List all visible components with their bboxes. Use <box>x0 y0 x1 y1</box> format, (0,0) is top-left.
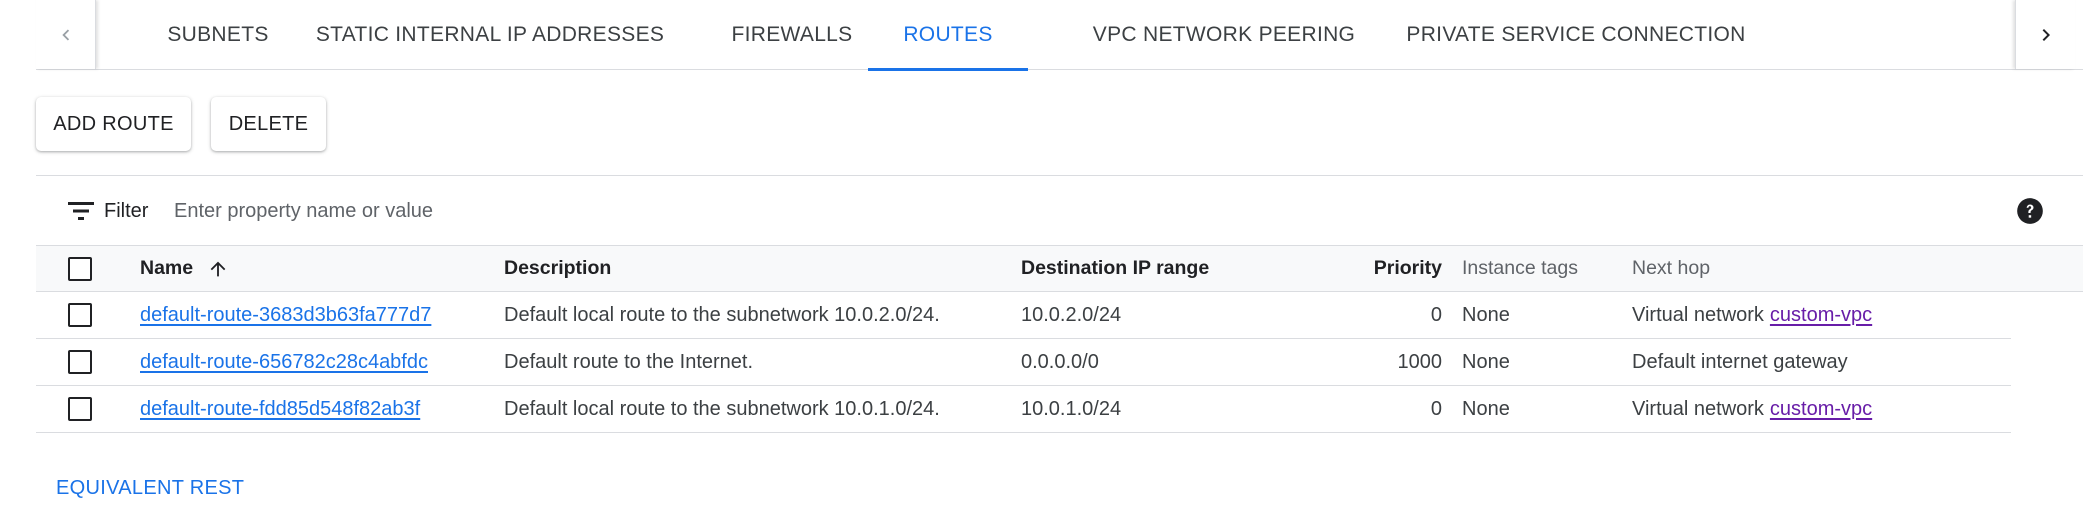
table-row: default-route-fdd85d548f82ab3f Default l… <box>36 386 2011 433</box>
route-description: Default local route to the subnetwork 10… <box>504 303 940 326</box>
tab-private-service-connection[interactable]: PRIVATE SERVICE CONNECTION <box>1384 0 1768 70</box>
tab-subnets[interactable]: SUBNETS <box>136 0 300 70</box>
route-next-hop: Default internet gateway <box>1632 339 1848 385</box>
tab-vpc-network-peering[interactable]: VPC NETWORK PEERING <box>1064 0 1384 70</box>
filter-input[interactable] <box>174 192 1374 230</box>
route-name-cell: default-route-656782c28c4abfdc <box>140 339 428 385</box>
select-all-checkbox[interactable] <box>68 256 92 281</box>
column-header-name-label: Name <box>140 257 194 279</box>
row-select-cell <box>68 339 92 385</box>
tab-scroll-left-button[interactable] <box>36 0 96 69</box>
tab-routes[interactable]: ROUTES <box>868 0 1028 71</box>
column-header-description: Description <box>504 257 612 279</box>
route-instance-tags: None <box>1462 397 1510 420</box>
equivalent-rest-link[interactable]: EQUIVALENT REST <box>56 477 244 500</box>
filter-label: Filter <box>104 200 149 222</box>
delete-button[interactable]: DELETE <box>211 97 326 151</box>
column-header-next-hop: Next hop <box>1632 257 1711 279</box>
route-priority: 1000 <box>1397 350 1443 373</box>
next-hop-network-link[interactable]: custom-vpc <box>1770 398 1872 421</box>
help-icon[interactable] <box>2016 197 2044 225</box>
next-hop-text: Virtual network <box>1632 303 1764 326</box>
tab-static-internal-ip-addresses[interactable]: STATIC INTERNAL IP ADDRESSES <box>310 0 670 70</box>
chevron-left-icon <box>61 29 69 40</box>
tab-bar: SUBNETS STATIC INTERNAL IP ADDRESSES FIR… <box>36 0 2083 71</box>
route-destination: 10.0.2.0/24 <box>1021 303 1122 326</box>
route-name-cell: default-route-3683d3b63fa777d7 <box>140 292 431 338</box>
route-instance-tags: None <box>1462 303 1510 326</box>
filter-list-icon[interactable] <box>68 200 94 222</box>
route-description: Default route to the Internet. <box>504 350 754 373</box>
routes-table: Name Description Destination IP range Pr… <box>36 245 2083 433</box>
route-next-hop: Virtual network custom-vpc <box>1632 386 1872 432</box>
row-select-cell <box>68 386 92 432</box>
column-header-instance-tags: Instance tags <box>1462 257 1578 279</box>
table-header-row: Name Description Destination IP range Pr… <box>36 245 2083 292</box>
route-priority: 0 <box>1430 397 1442 420</box>
add-route-button[interactable]: ADD ROUTE <box>36 97 191 151</box>
chevron-right-icon <box>2042 28 2050 41</box>
arrow-upward-icon[interactable] <box>207 258 229 280</box>
route-instance-tags: None <box>1462 350 1510 373</box>
next-hop-network-link[interactable]: custom-vpc <box>1770 304 1872 327</box>
route-priority: 0 <box>1430 303 1442 326</box>
route-description: Default local route to the subnetwork 10… <box>504 397 940 420</box>
column-header-priority: Priority <box>1373 257 1442 279</box>
route-name-link[interactable]: default-route-fdd85d548f82ab3f <box>140 398 420 421</box>
row-select-cell <box>68 292 92 338</box>
route-name-link[interactable]: default-route-3683d3b63fa777d7 <box>140 304 431 327</box>
table-row: default-route-656782c28c4abfdc Default r… <box>36 339 2011 386</box>
next-hop-text: Virtual network <box>1632 397 1764 420</box>
column-header-name[interactable]: Name <box>140 246 229 291</box>
column-header-destination: Destination IP range <box>1021 257 1210 279</box>
tab-firewalls[interactable]: FIREWALLS <box>710 0 874 70</box>
row-checkbox[interactable] <box>68 397 92 421</box>
route-name-link[interactable]: default-route-656782c28c4abfdc <box>140 351 428 374</box>
next-hop-text: Default internet gateway <box>1632 350 1848 373</box>
row-checkbox[interactable] <box>68 350 92 374</box>
table-row: default-route-3683d3b63fa777d7 Default l… <box>36 292 2011 339</box>
route-next-hop: Virtual network custom-vpc <box>1632 292 1872 338</box>
route-destination: 10.0.1.0/24 <box>1021 397 1122 420</box>
route-name-cell: default-route-fdd85d548f82ab3f <box>140 386 420 432</box>
route-destination: 0.0.0.0/0 <box>1021 350 1099 373</box>
tab-scroll-right-button[interactable] <box>2015 0 2075 69</box>
filter-bar: Filter <box>36 175 2083 245</box>
select-all-cell <box>68 246 92 291</box>
row-checkbox[interactable] <box>68 303 92 327</box>
